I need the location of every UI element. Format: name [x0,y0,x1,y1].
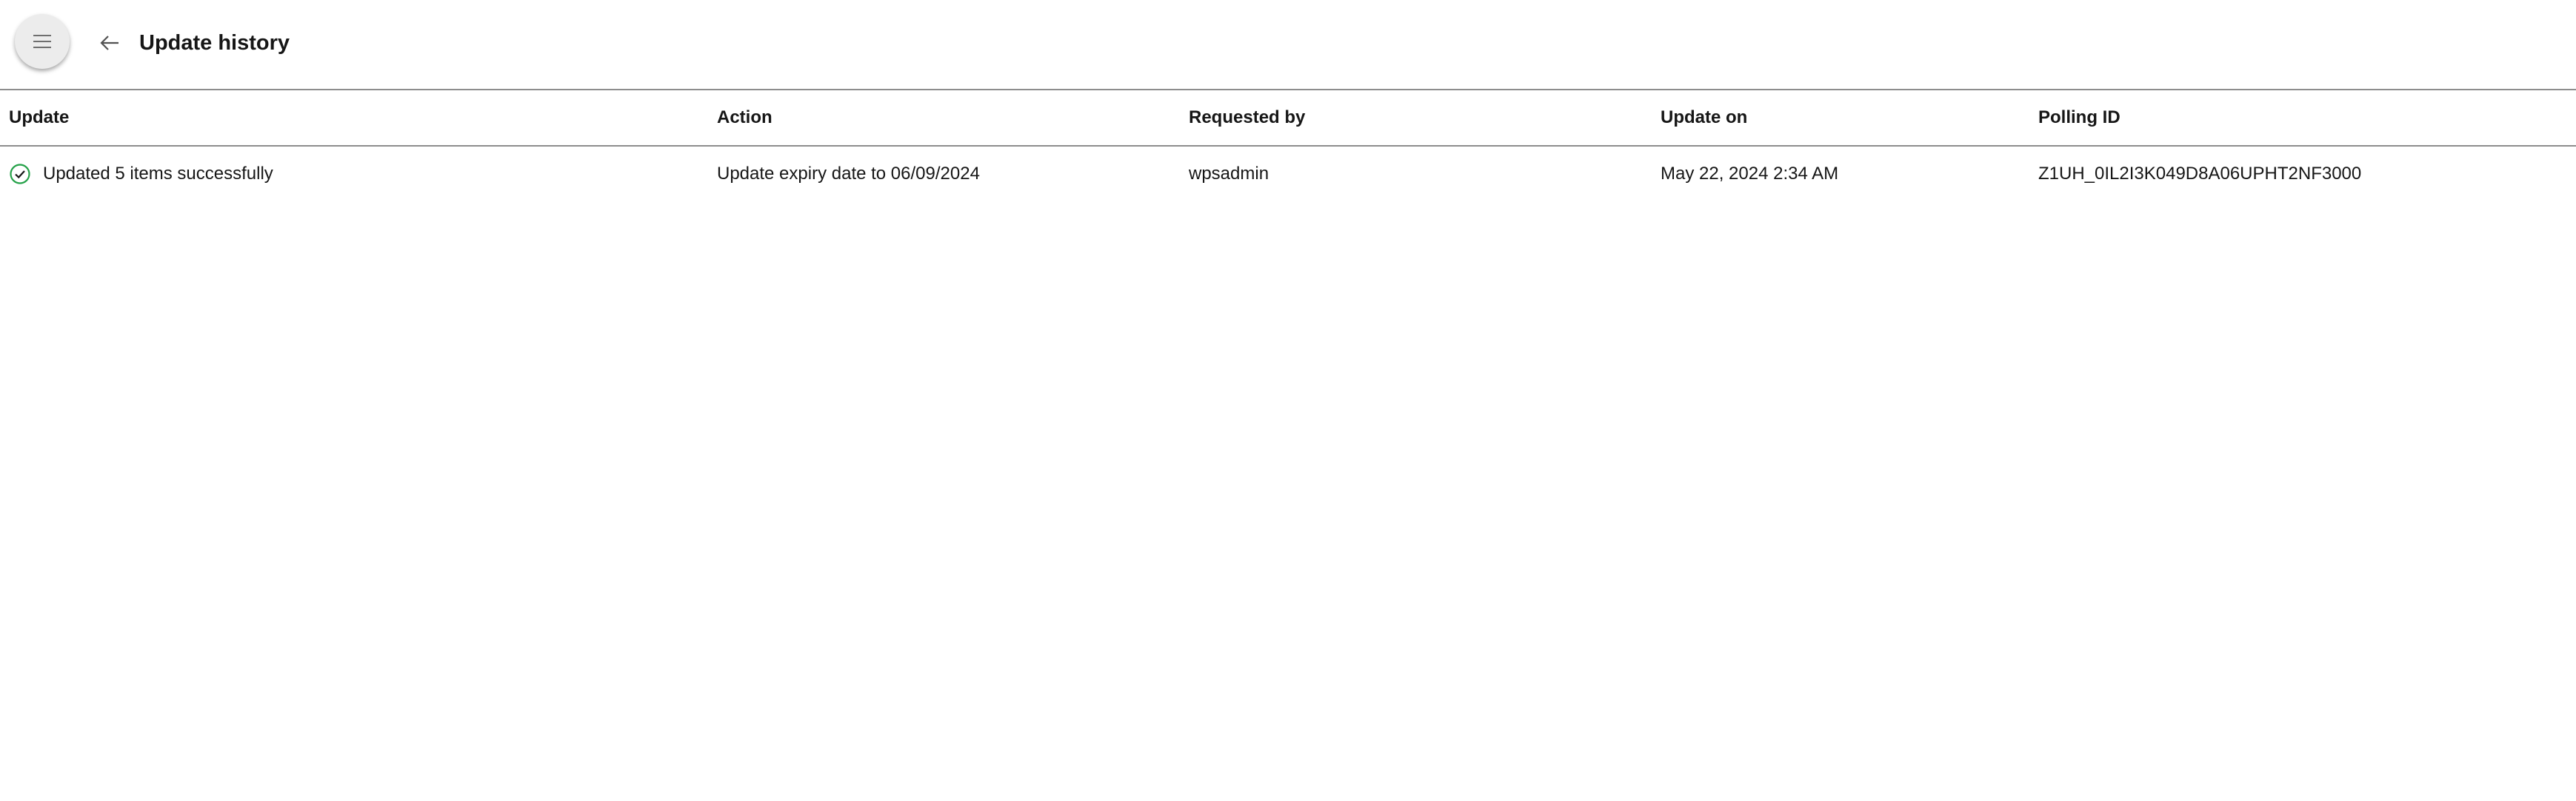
column-header-requested-by[interactable]: Requested by [1189,90,1305,145]
update-cell: Updated 5 items successfully [9,147,273,201]
page-header: Update history [0,0,2576,90]
requested-by-cell: wpsadmin [1189,164,1269,184]
column-header-update[interactable]: Update [9,90,69,145]
check-circle-icon [9,163,31,185]
column-header-update-on[interactable]: Update on [1661,90,1747,145]
page-title: Update history [139,31,290,55]
update-history-table: Update Action Requested by Update on Pol… [0,90,2576,201]
update-text: Updated 5 items successfully [43,164,273,184]
table-row[interactable]: Updated 5 items successfully Update expi… [0,147,2576,201]
table-header-row: Update Action Requested by Update on Pol… [0,90,2576,147]
update-on-cell: May 22, 2024 2:34 AM [1661,164,1839,184]
menu-button[interactable] [15,14,70,69]
arrow-left-icon [100,36,119,50]
polling-id-cell: Z1UH_0IL2I3K049D8A06UPHT2NF3000 [2038,164,2362,184]
menu-icon [33,35,51,48]
back-button[interactable] [95,28,124,58]
action-cell: Update expiry date to 06/09/2024 [717,164,980,184]
column-header-action[interactable]: Action [717,90,773,145]
column-header-polling-id[interactable]: Polling ID [2038,90,2120,145]
